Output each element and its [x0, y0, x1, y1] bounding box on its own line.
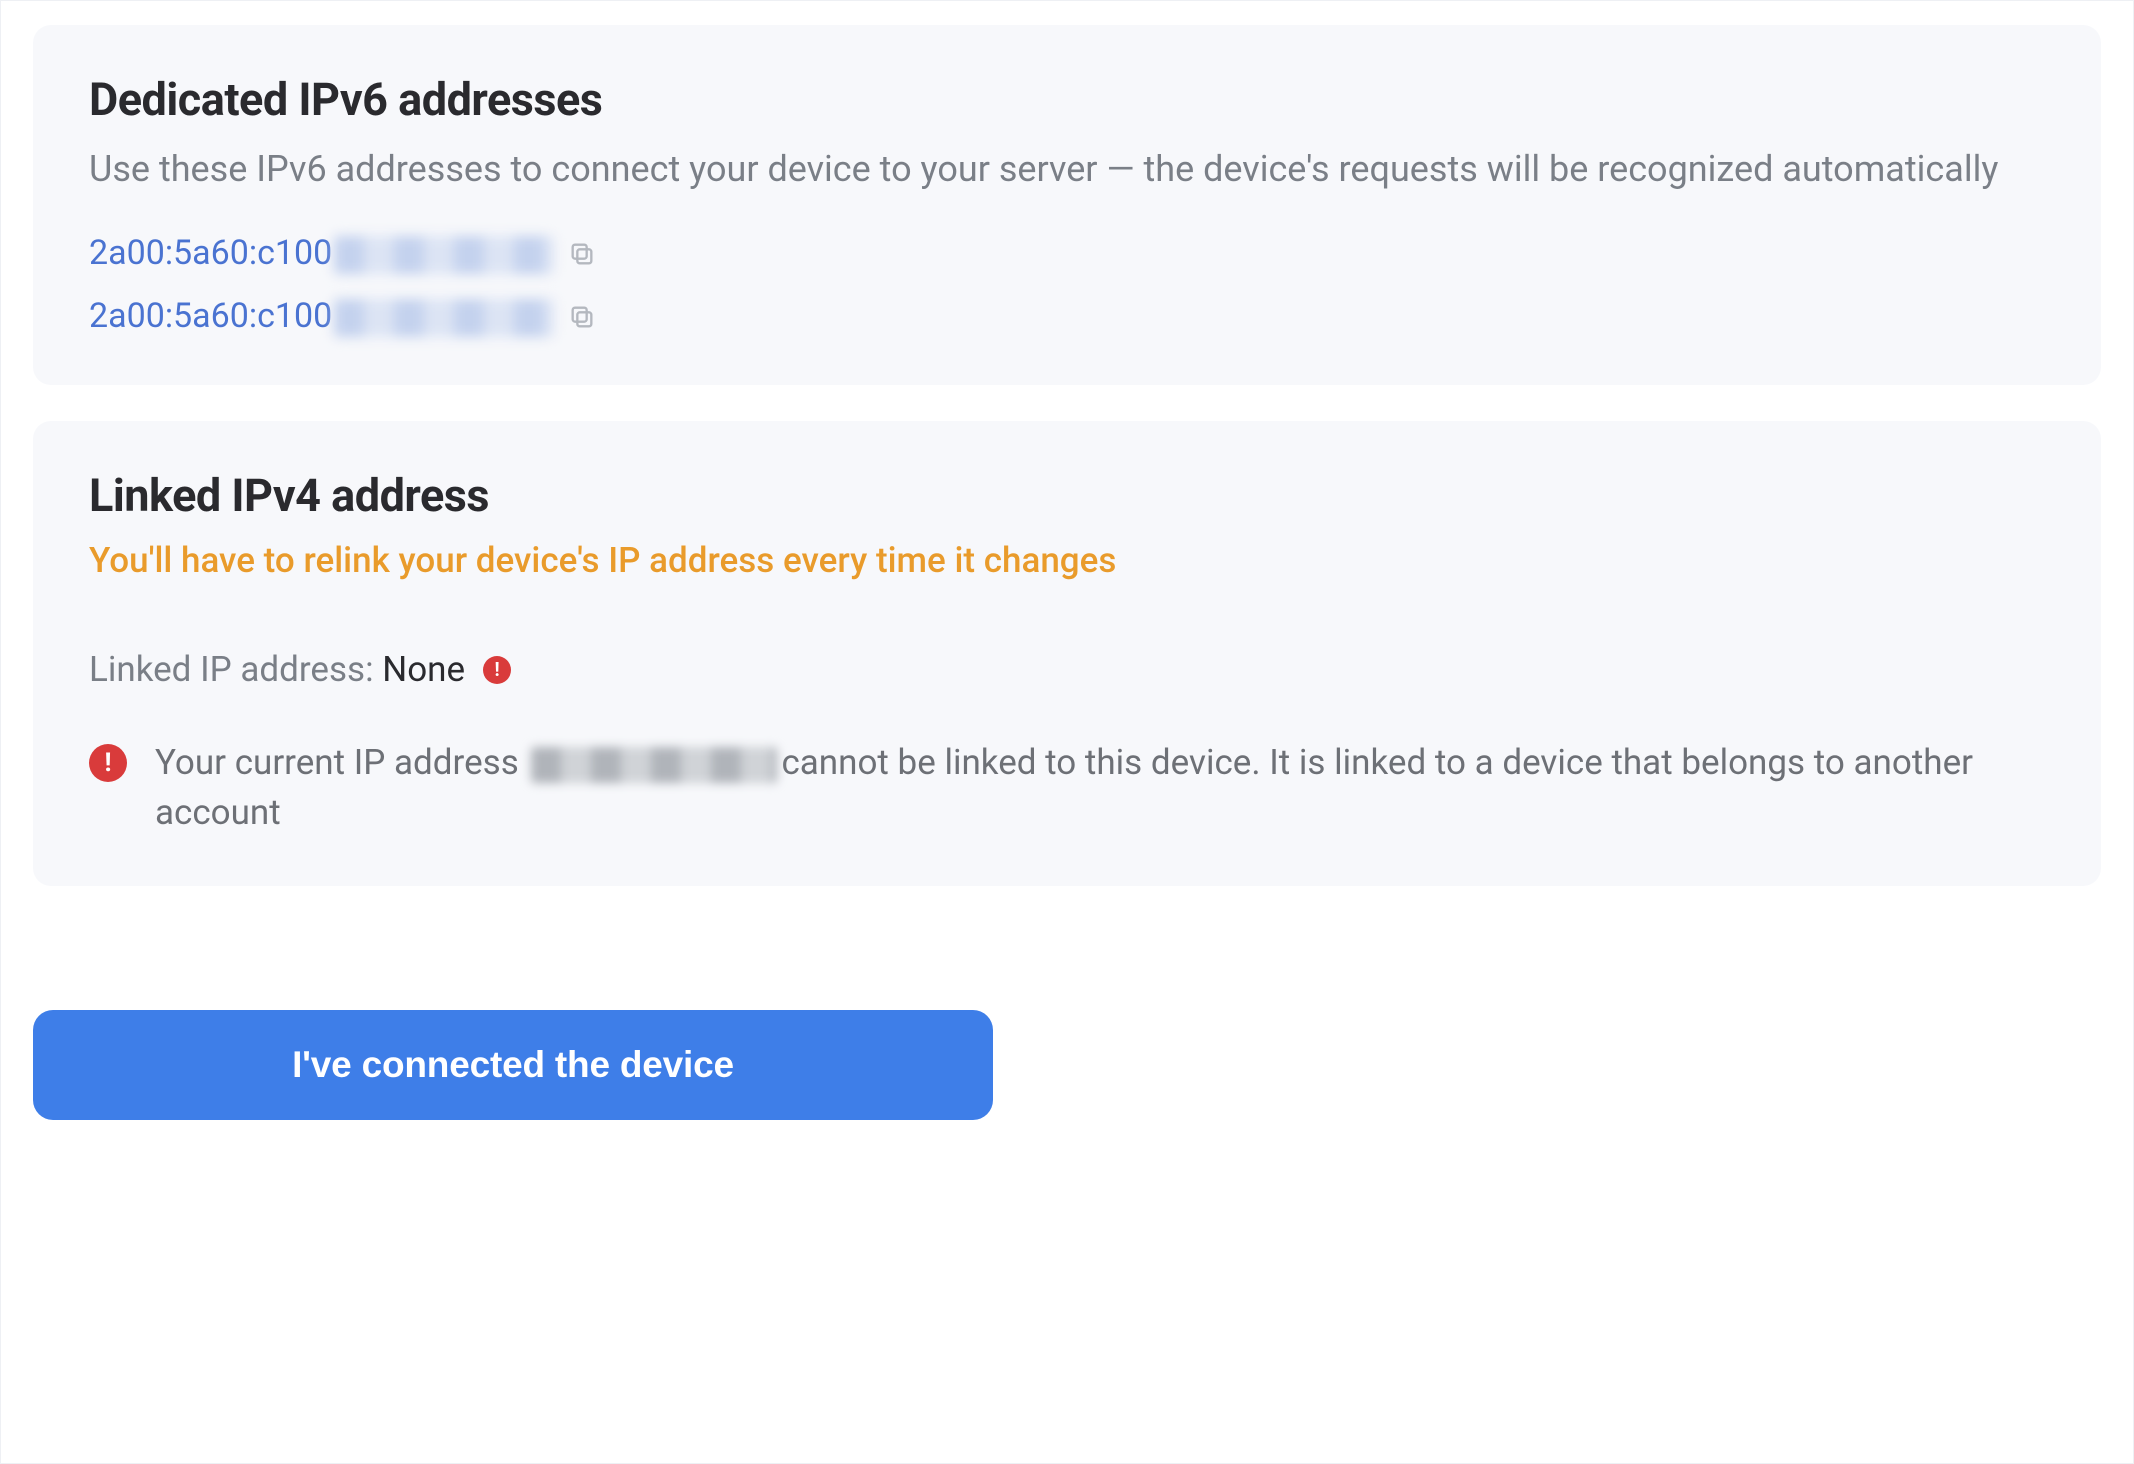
copy-icon[interactable] [568, 303, 596, 331]
alert-icon: ! [89, 744, 127, 782]
ip-conflict-message: Your current IP address cannot be linked… [155, 738, 2045, 837]
ipv4-linked-card: Linked IPv4 address You'll have to relin… [33, 421, 2101, 885]
ipv6-address-prefix: 2a00:5a60:c100 [89, 296, 332, 336]
ipv6-address-row: 2a00:5a60:c100 [89, 296, 2045, 337]
redacted-segment [334, 299, 554, 337]
ipv4-warning: You'll have to relink your device's IP a… [89, 540, 2045, 581]
redacted-segment [334, 236, 554, 274]
linked-ip-value: None [382, 649, 465, 690]
ip-conflict-alert: ! Your current IP address cannot be link… [89, 738, 2045, 837]
linked-ip-row: Linked IP address: None ! [89, 649, 2045, 690]
ipv6-description: Use these IPv6 addresses to connect your… [89, 144, 2045, 195]
copy-icon[interactable] [568, 240, 596, 268]
error-prefix: Your current IP address [155, 742, 527, 783]
ipv6-heading: Dedicated IPv6 addresses [89, 73, 2045, 126]
linked-ip-label: Linked IP address: [89, 649, 382, 690]
alert-icon: ! [483, 656, 511, 684]
ipv6-addresses-card: Dedicated IPv6 addresses Use these IPv6 … [33, 25, 2101, 385]
ipv6-address-row: 2a00:5a60:c100 [89, 233, 2045, 274]
ipv6-address-prefix: 2a00:5a60:c100 [89, 233, 332, 273]
ipv6-address-link[interactable]: 2a00:5a60:c100 [89, 296, 554, 337]
ipv4-heading: Linked IPv4 address [89, 469, 2045, 522]
redacted-segment [531, 747, 777, 783]
connected-device-button[interactable]: I've connected the device [33, 1010, 993, 1120]
ipv6-address-link[interactable]: 2a00:5a60:c100 [89, 233, 554, 274]
